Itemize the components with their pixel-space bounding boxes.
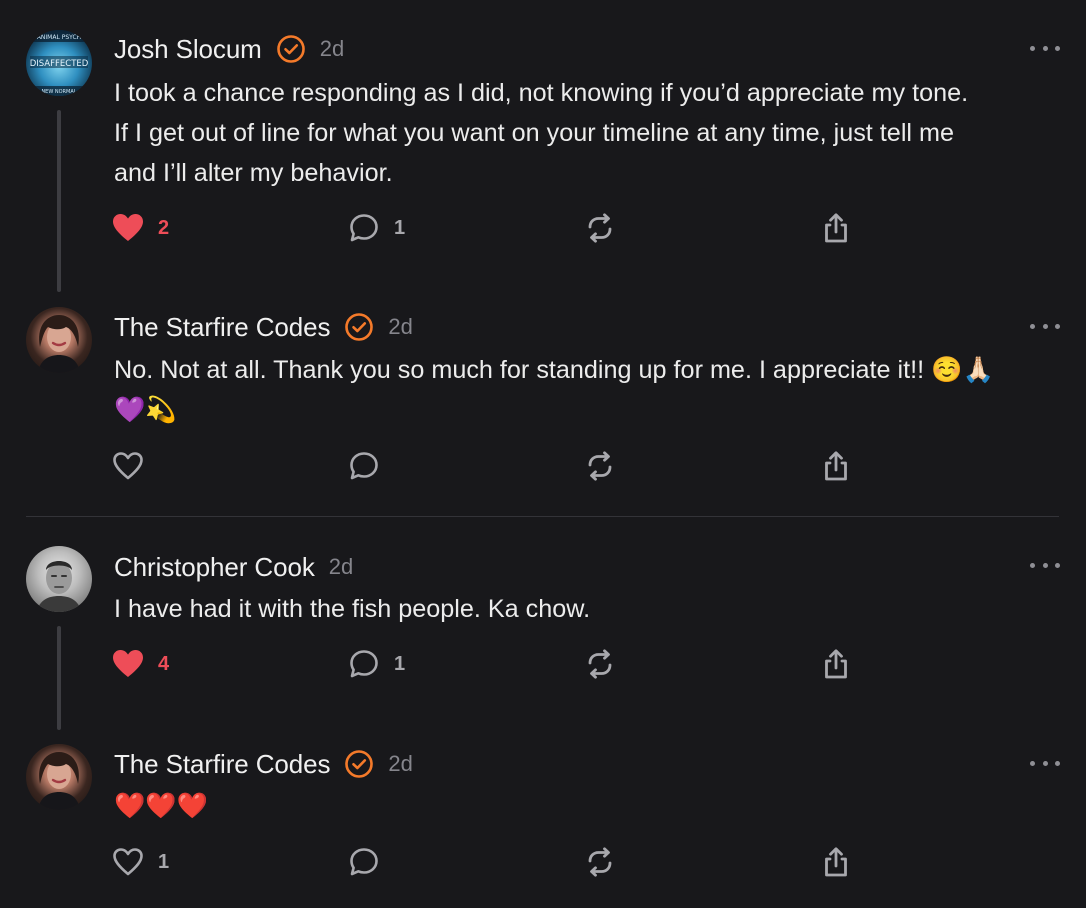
share-icon <box>820 450 852 482</box>
thread-line <box>57 110 61 292</box>
author-name[interactable]: Christopher Cook <box>114 552 315 583</box>
avatar[interactable]: ANIMAL PSYCH DISAFFECTED · NEW NORMAL · <box>26 30 92 96</box>
more-options-icon[interactable] <box>1030 321 1060 331</box>
share-icon <box>820 648 852 680</box>
more-options-icon[interactable] <box>1030 560 1060 570</box>
share-button[interactable] <box>820 449 852 483</box>
repost-icon <box>584 212 616 244</box>
post-text-line: If I get out of line for what you want o… <box>114 119 954 147</box>
heart-filled-icon <box>112 213 144 243</box>
action-bar: 4 1 <box>112 647 872 681</box>
post-header: The Starfire Codes 2d <box>114 748 413 780</box>
svg-text:· NEW NORMAL ·: · NEW NORMAL · <box>38 89 80 95</box>
like-count: 4 <box>158 652 170 675</box>
comment-count: 1 <box>394 216 406 239</box>
comment-bubble-icon <box>348 648 380 680</box>
post-text-line: I have had it with the fish people. Ka c… <box>114 595 591 623</box>
comment-button[interactable] <box>348 449 394 483</box>
post-time: 2d <box>328 554 354 579</box>
post-text-line: ❤️❤️❤️ <box>114 792 209 820</box>
share-button[interactable] <box>820 845 852 879</box>
post-header: Josh Slocum 2d <box>114 33 344 65</box>
heart-outline-icon <box>112 847 144 877</box>
like-button[interactable] <box>112 449 158 483</box>
share-button[interactable] <box>820 647 852 681</box>
post-text: I took a chance responding as I did, not… <box>114 73 1064 193</box>
avatar[interactable] <box>26 744 92 810</box>
thread-divider <box>26 516 1059 517</box>
comment-button[interactable]: 1 <box>348 211 405 245</box>
heart-filled-icon <box>112 649 144 679</box>
repost-button[interactable] <box>584 647 616 681</box>
author-name[interactable]: Josh Slocum <box>114 34 262 65</box>
like-count: 2 <box>158 216 170 239</box>
action-bar: 1 <box>112 845 872 879</box>
repost-icon <box>584 648 616 680</box>
repost-button[interactable] <box>584 211 616 245</box>
verified-badge-icon <box>276 34 306 64</box>
comment-button[interactable]: 1 <box>348 647 405 681</box>
verified-badge-icon <box>344 312 374 342</box>
action-bar <box>112 449 872 483</box>
post-text: ❤️❤️❤️ <box>114 786 1064 826</box>
like-button[interactable]: 2 <box>112 211 169 245</box>
post-time: 2d <box>388 751 413 776</box>
post-time: 2d <box>388 314 413 339</box>
heart-outline-icon <box>112 451 144 481</box>
avatar-portrait-icon <box>38 315 80 373</box>
comment-bubble-icon <box>348 212 380 244</box>
comment-button[interactable] <box>348 845 394 879</box>
post-text-line: No. Not at all. Thank you so much for st… <box>114 356 994 384</box>
author-name[interactable]: The Starfire Codes <box>114 312 331 343</box>
thread-line <box>57 626 61 730</box>
share-icon <box>820 846 852 878</box>
action-bar: 2 1 <box>112 211 872 245</box>
avatar[interactable] <box>26 307 92 373</box>
post-text-line: 💜💫 <box>114 396 177 424</box>
post-time: 2d <box>319 36 345 61</box>
avatar-portrait-icon <box>38 752 80 810</box>
comment-bubble-icon <box>348 846 380 878</box>
like-count: 1 <box>158 850 170 873</box>
repost-button[interactable] <box>584 845 616 879</box>
post-header: Christopher Cook 2d <box>114 551 353 583</box>
author-name[interactable]: The Starfire Codes <box>114 749 331 780</box>
post-text-line: I took a chance responding as I did, not… <box>114 79 969 107</box>
post-text-line: and I’ll alter my behavior. <box>114 159 393 187</box>
avatar-logo-text: DISAFFECTED <box>30 59 89 69</box>
avatar-portrait-icon <box>36 561 82 612</box>
verified-badge-icon <box>344 749 374 779</box>
comment-bubble-icon <box>348 450 380 482</box>
post-text: I have had it with the fish people. Ka c… <box>114 589 1064 629</box>
repost-icon <box>584 846 616 878</box>
post-text: No. Not at all. Thank you so much for st… <box>114 350 1064 430</box>
post-header: The Starfire Codes 2d <box>114 311 413 343</box>
share-button[interactable] <box>820 211 852 245</box>
share-icon <box>820 212 852 244</box>
avatar[interactable] <box>26 546 92 612</box>
svg-text:ANIMAL PSYCH: ANIMAL PSYCH <box>37 34 81 41</box>
comment-count: 1 <box>394 652 406 675</box>
more-options-icon[interactable] <box>1030 43 1060 53</box>
avatar-image-icon: ANIMAL PSYCH DISAFFECTED · NEW NORMAL · <box>26 30 92 96</box>
repost-icon <box>584 450 616 482</box>
more-options-icon[interactable] <box>1030 758 1060 768</box>
like-button[interactable]: 1 <box>112 845 169 879</box>
like-button[interactable]: 4 <box>112 647 169 681</box>
repost-button[interactable] <box>584 449 616 483</box>
